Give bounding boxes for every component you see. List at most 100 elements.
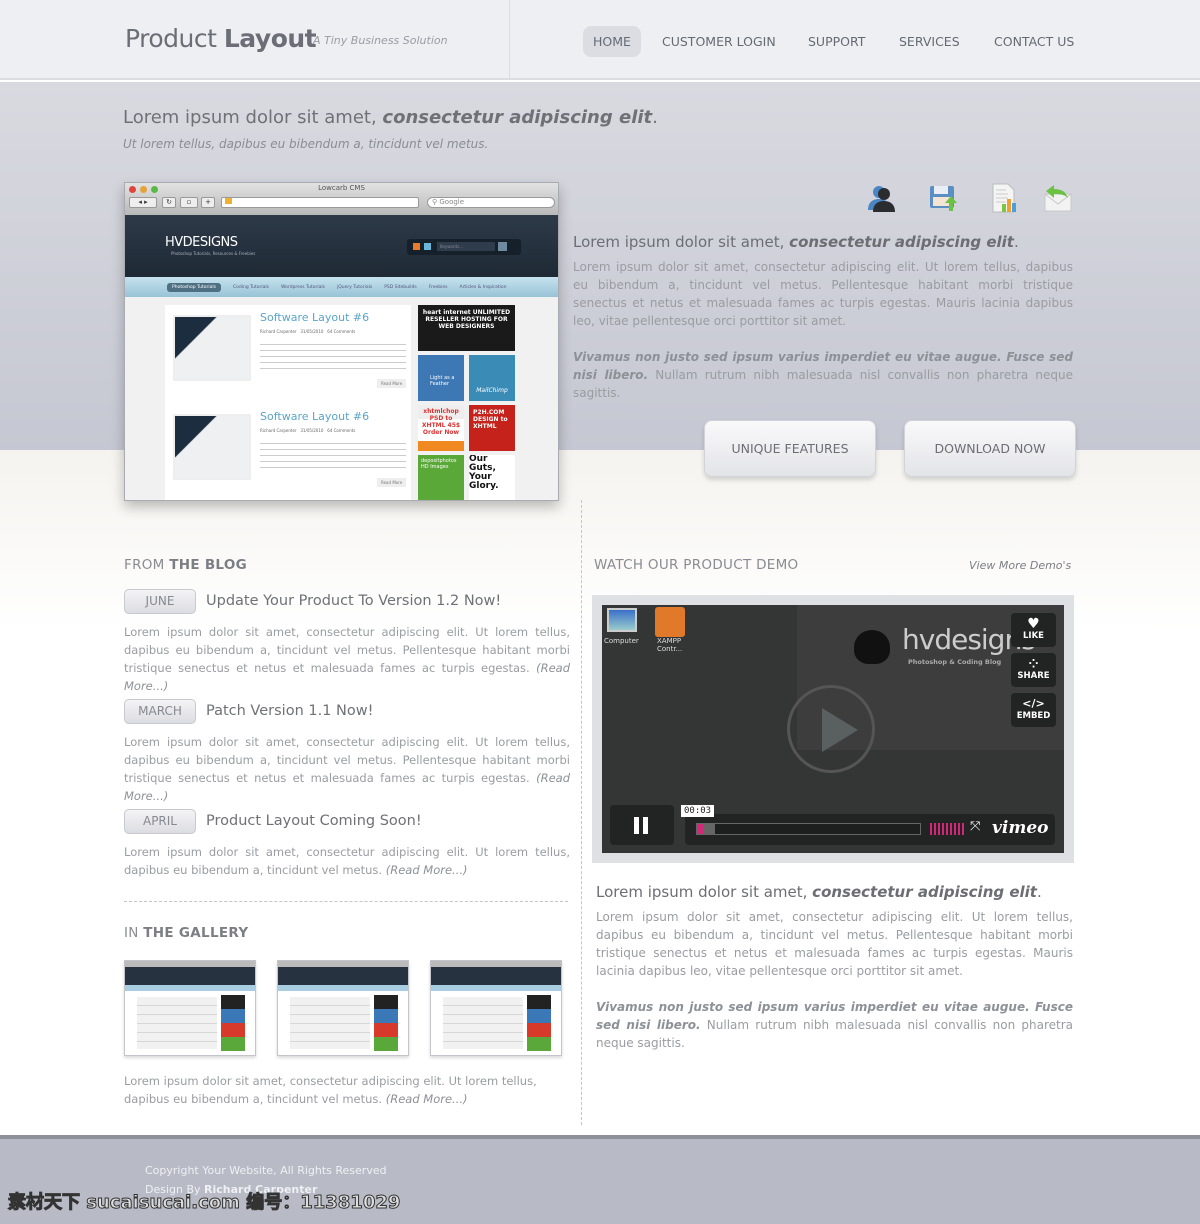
reload-icon: ↻ [162,197,176,208]
gallery-thumbnail[interactable] [430,960,562,1056]
ad-banner: depositphotos HD Images [418,455,464,500]
rss-icon [413,243,420,250]
post-title: Software Layout #6 [260,410,370,423]
site-nav-item: Freebies [428,284,448,290]
gallery-text-body: Lorem ipsum dolor sit amet, consectetur … [124,1074,537,1106]
nav-contact-us[interactable]: CONTACT US [984,26,1084,57]
site-header: HVDESIGNS Photoshop Tutorials, Resources… [125,215,558,277]
post-author: Richard Carpenter [260,329,297,334]
share-button[interactable]: ⁘ SHARE [1011,653,1056,687]
blog-post-text: Lorem ipsum dolor sit amet, consectetur … [124,845,570,877]
ad-banner: xhtmlchop PSD to XHTML 45$ Order Now [418,405,464,451]
headline-bold: consectetur adipiscing elit [382,107,653,128]
site-tagline: Photoshop Tutorials, Resources & Freebie… [171,251,256,256]
site-nav-item: Coding Tutorials [232,284,269,290]
download-now-button[interactable]: DOWNLOAD NOW [904,420,1076,477]
embed-icon: </> [1022,697,1045,710]
gallery-thumbnail[interactable] [277,960,409,1056]
unique-features-button[interactable]: UNIQUE FEATURES [704,420,876,477]
demo-title-end: . [1036,883,1042,901]
like-button[interactable]: ♥ LIKE [1011,613,1056,647]
watermark: 素材天下 sucaisucai.com 编号：11381029 [7,1192,401,1214]
nav-home[interactable]: HOME [583,26,641,57]
computer-icon [607,608,637,632]
logo[interactable]: Product Layout [125,24,317,53]
post-thumbnail [173,315,251,381]
play-icon[interactable] [787,685,875,773]
post-title: Software Layout #6 [260,311,370,324]
desktop-icon-label: XAMPP Contr... [657,637,683,653]
post-comments: 64 Comments [327,329,356,334]
ad-banner: P2H.COM DESIGN to XHTML [469,405,515,451]
mail-reply-icon[interactable] [1042,182,1074,214]
save-upload-icon[interactable] [927,182,959,214]
nav-support[interactable]: SUPPORT [798,26,875,57]
xampp-icon [655,607,685,637]
site-search: Keywords... [437,242,495,251]
vimeo-logo[interactable]: vimeo [992,818,1048,838]
post-thumbnail [173,414,251,480]
logo-light: Product [125,24,217,53]
volume-icon[interactable] [930,823,965,835]
blog-heading-bold: THE BLOG [169,557,248,573]
user-icon[interactable] [866,182,898,214]
site-logo: HVDESIGNS [165,235,238,250]
browser-search: ⚲ Google [427,197,555,208]
demo-heading: WATCH OUR PRODUCT DEMO [594,557,799,573]
browser-title: Lowcarb CMS [318,184,365,192]
site-nav-item: Wordpress Tutorials [281,284,325,290]
site-nav: Photoshop Tutorials Coding Tutorials Wordp… [125,277,558,297]
demo-paragraph-2: Vivamus non justo sed ipsum varius imper… [596,998,1073,1052]
blog-post-text: Lorem ipsum dolor sit amet, consectetur … [124,625,570,675]
hero-subheadline: Ut lorem tellus, dapibus eu bibendum a, … [123,137,489,151]
blog-post-excerpt: Lorem ipsum dolor sit amet, consectetur … [124,623,570,695]
pause-button[interactable] [610,805,674,845]
video-player[interactable]: Computer XAMPP Contr... hvdesigns Photos… [592,595,1074,863]
post-author: Richard Carpenter [260,428,297,433]
headline-end: . [652,107,658,128]
fullscreen-icon[interactable]: ⤧ [970,819,980,834]
seek-progress [697,824,715,834]
logo-bold: Layout [223,24,317,53]
seek-bar[interactable] [696,823,921,835]
view-more-demos-link[interactable]: View More Demo's [969,559,1071,572]
magic-hat-icon [854,630,890,664]
time-tooltip: 00:03 [681,805,715,817]
intro-title-end: . [1013,233,1019,251]
blog-post-title[interactable]: Product Layout Coming Soon! [206,813,422,829]
blog-post-title[interactable]: Update Your Product To Version 1.2 Now! [206,593,501,609]
headline-plain: Lorem ipsum dolor sit amet, [123,107,383,128]
snapshot-icon: ▫ [180,197,198,208]
read-more-link[interactable]: (Read More...) [386,863,468,877]
blog-post-text: Lorem ipsum dolor sit amet, consectetur … [124,735,570,785]
nav-services[interactable]: SERVICES [889,26,970,57]
report-chart-icon[interactable] [988,182,1020,214]
blog-post-excerpt: Lorem ipsum dolor sit amet, consectetur … [124,843,570,879]
ad-banner: Our Guts, Your Glory. [469,455,515,500]
post-comments: 64 Comments [327,428,356,433]
address-bar [221,197,419,208]
post-read-more: Read More [377,478,407,487]
demo-title-bold: consectetur adipiscing elit [812,883,1037,901]
gallery-heading: IN THE GALLERY [124,925,248,941]
embed-button[interactable]: </> EMBED [1011,693,1056,727]
site-post: Software Layout #6 Richard Carpenter 31/… [169,311,409,397]
add-icon: + [201,197,215,208]
demo-title-plain: Lorem ipsum dolor sit amet, [596,883,813,901]
hero-headline: Lorem ipsum dolor sit amet, consectetur … [123,107,658,128]
blog-post-title[interactable]: Patch Version 1.1 Now! [206,703,373,719]
desktop-icon-label: Computer [604,637,639,645]
browser-titlebar: Lowcarb CMS ◂ ▸ ↻ ▫ + ⚲ Google [125,183,558,215]
gallery-heading-light: IN [124,925,144,941]
site-nav-item: PSD Sitebuilds [384,284,417,290]
read-more-link[interactable]: (Read More...) [386,1092,468,1106]
twitter-icon [424,243,431,250]
blog-post-excerpt: Lorem ipsum dolor sit amet, consectetur … [124,733,570,805]
site-nav-item: Articles & Inspiration [459,284,507,290]
intro-paragraph-2: Vivamus non justo sed ipsum varius imper… [573,348,1073,402]
gallery-thumbnail[interactable] [124,960,256,1056]
intro-paragraph-2-text: Nullam rutrum nibh malesuada nisl conval… [573,368,1074,400]
section-divider [124,901,568,902]
nav-customer-login[interactable]: CUSTOMER LOGIN [652,26,786,57]
post-date: 31/05/2010 [300,428,324,433]
